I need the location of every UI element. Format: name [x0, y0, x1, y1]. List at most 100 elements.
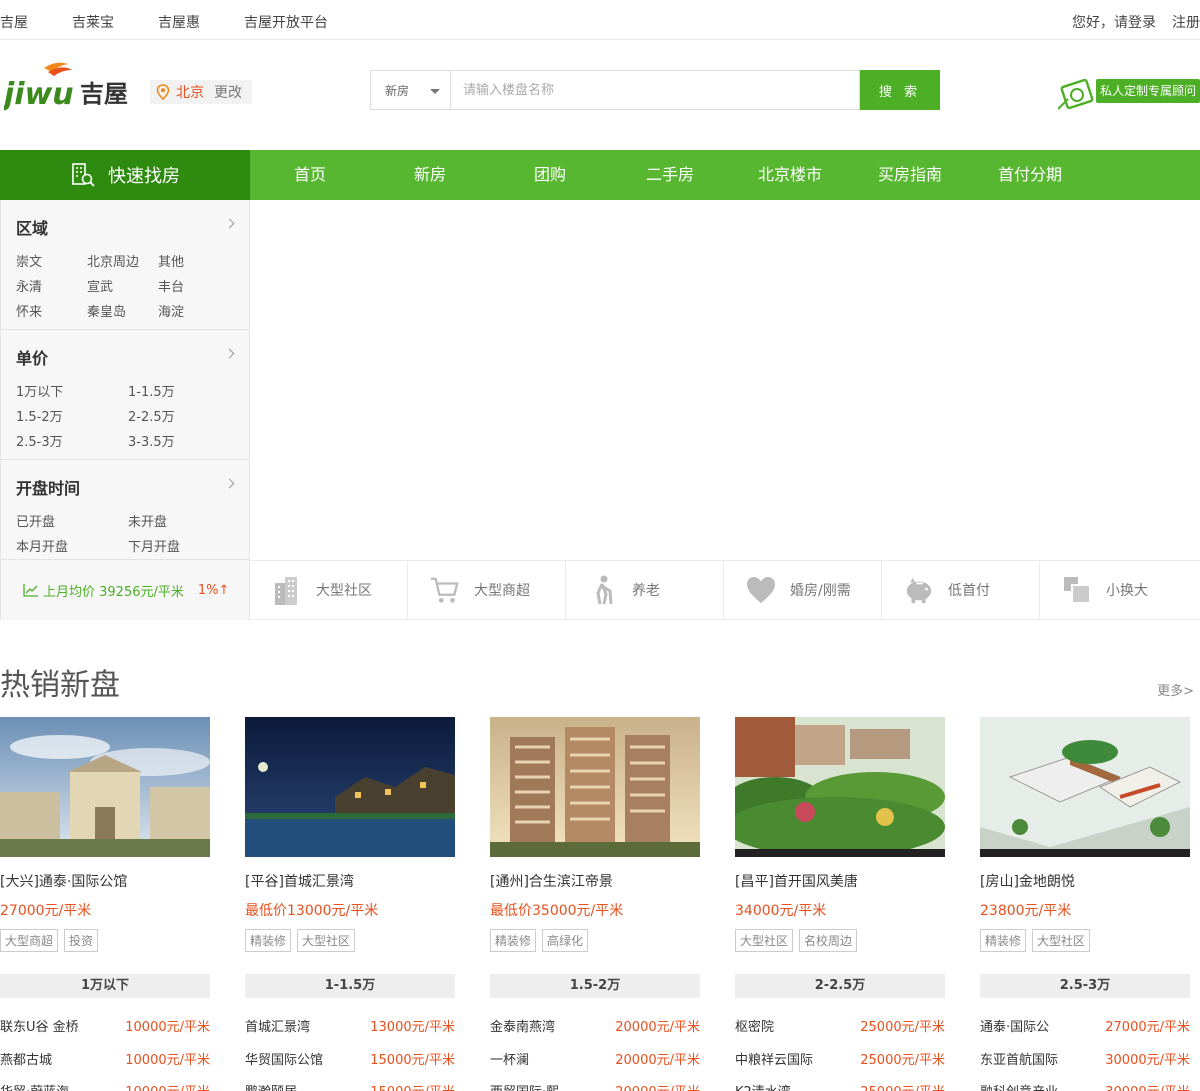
price-range-header[interactable]: 1.5-2万: [490, 974, 700, 998]
property-name[interactable]: [平谷]首城汇景湾: [245, 871, 354, 891]
price-range-header[interactable]: 2-2.5万: [735, 974, 945, 998]
listing-name[interactable]: 融科创意产业: [980, 1081, 1058, 1091]
nav-item-group-buy[interactable]: 团购: [490, 150, 610, 200]
price-list-row[interactable]: 通泰·国际公 27000元/平米: [980, 1016, 1190, 1036]
property-name[interactable]: [昌平]首开国风美唐: [735, 871, 858, 891]
private-consultant-banner[interactable]: 私人定制专属顾问: [1057, 77, 1200, 111]
filter-option[interactable]: 2.5-3万: [16, 431, 63, 450]
property-tags: 大型商超 投资: [0, 929, 104, 952]
filter-option[interactable]: 3-3.5万: [128, 431, 175, 450]
listing-name[interactable]: 一杯澜: [490, 1049, 529, 1068]
top-link-open-platform[interactable]: 吉屋开放平台: [244, 12, 328, 32]
listing-price: 13000元/平米: [370, 1020, 455, 1035]
listing-name[interactable]: 中粮祥云国际: [735, 1049, 813, 1068]
price-list-row[interactable]: 融科创意产业 30000元/平米: [980, 1081, 1190, 1091]
building-icon: [272, 575, 302, 605]
filter-option[interactable]: 秦皇岛: [87, 301, 126, 320]
filter-option[interactable]: 其他: [158, 251, 184, 270]
search-button[interactable]: 搜 索: [860, 70, 940, 110]
feature-wedding-home[interactable]: 婚房/刚需: [724, 561, 882, 619]
property-name[interactable]: [通州]合生滨江帝景: [490, 871, 613, 891]
filter-option[interactable]: 未开盘: [128, 511, 167, 530]
listing-name[interactable]: 东亚首航国际: [980, 1049, 1058, 1068]
filter-option[interactable]: 下月开盘: [128, 536, 180, 555]
price-list-row[interactable]: 西贸国际·熙 20000元/平米: [490, 1081, 700, 1091]
listing-name[interactable]: 华贸国际公馆: [245, 1049, 323, 1068]
filter-option[interactable]: 已开盘: [16, 511, 55, 530]
top-link-jiwu[interactable]: 吉屋: [0, 12, 28, 32]
login-link[interactable]: 您好，请登录: [1072, 12, 1156, 32]
price-range-header[interactable]: 1万以下: [0, 974, 210, 998]
filter-option[interactable]: 丰台: [158, 276, 184, 295]
site-logo[interactable]: jiwu 吉屋: [0, 60, 140, 112]
nav-item-down-payment[interactable]: 首付分期: [970, 150, 1090, 200]
filter-option[interactable]: 1-1.5万: [128, 381, 175, 400]
price-list-row[interactable]: 首城汇景湾 13000元/平米: [245, 1016, 455, 1036]
listing-name[interactable]: K2清水湾: [735, 1081, 791, 1091]
feature-low-down-payment[interactable]: 低首付: [882, 561, 1040, 619]
property-image[interactable]: [735, 717, 945, 857]
property-image[interactable]: [0, 717, 210, 857]
more-link[interactable]: 更多>: [1157, 680, 1194, 699]
search-input[interactable]: [450, 70, 860, 110]
filter-option[interactable]: 永清: [16, 276, 42, 295]
filter-option[interactable]: 宣武: [87, 276, 113, 295]
filter-title-area: 区域: [16, 219, 49, 238]
price-list-row[interactable]: 华贸·蔚蓝海 10000元/平米: [0, 1081, 210, 1091]
listing-name[interactable]: 枢密院: [735, 1016, 774, 1035]
feature-large-community[interactable]: 大型社区: [250, 561, 408, 619]
svg-text:吉屋: 吉屋: [80, 80, 128, 108]
property-name[interactable]: [大兴]通泰·国际公馆: [0, 871, 127, 891]
feature-upgrade-home[interactable]: 小换大: [1040, 561, 1198, 619]
top-link-jiwuhui[interactable]: 吉屋惠: [158, 12, 200, 32]
change-city-link[interactable]: 更改: [214, 82, 242, 102]
filter-option[interactable]: 海淀: [158, 301, 184, 320]
listing-name[interactable]: 西贸国际·熙: [490, 1081, 559, 1091]
price-list-row[interactable]: 金泰南燕湾 20000元/平米: [490, 1016, 700, 1036]
nav-item-new-homes[interactable]: 新房: [370, 150, 490, 200]
top-link-jilaibao[interactable]: 吉莱宝: [72, 12, 114, 32]
listing-name[interactable]: 鹏瀚颐居: [245, 1081, 297, 1091]
filter-option[interactable]: 本月开盘: [16, 536, 68, 555]
filter-option[interactable]: 北京周边: [87, 251, 139, 270]
nav-item-beijing-market[interactable]: 北京楼市: [730, 150, 850, 200]
nav-item-home[interactable]: 首页: [250, 150, 370, 200]
listing-name[interactable]: 燕都古城: [0, 1049, 52, 1068]
price-list-row[interactable]: 联东U谷 金桥 10000元/平米: [0, 1016, 210, 1036]
feature-elderly[interactable]: 养老: [566, 561, 724, 619]
price-list-row[interactable]: 鹏瀚颐居 15000元/平米: [245, 1081, 455, 1091]
listing-name[interactable]: 通泰·国际公: [980, 1016, 1049, 1035]
listing-name[interactable]: 金泰南燕湾: [490, 1016, 555, 1035]
price-list-row[interactable]: 燕都古城 10000元/平米: [0, 1049, 210, 1069]
listing-name[interactable]: 联东U谷 金桥: [0, 1016, 79, 1035]
nav-item-buying-guide[interactable]: 买房指南: [850, 150, 970, 200]
feature-large-mall[interactable]: 大型商超: [408, 561, 566, 619]
listing-name[interactable]: 华贸·蔚蓝海: [0, 1081, 69, 1091]
filter-option[interactable]: 2-2.5万: [128, 406, 175, 425]
price-list-row[interactable]: K2清水湾 25000元/平米: [735, 1081, 945, 1091]
nav-item-second-hand[interactable]: 二手房: [610, 150, 730, 200]
quick-find-button[interactable]: 快速找房: [0, 150, 250, 200]
price-list-row[interactable]: 一杯澜 20000元/平米: [490, 1049, 700, 1069]
register-link[interactable]: 注册: [1172, 12, 1200, 32]
quick-find-label: 快速找房: [108, 166, 180, 187]
search-type-select[interactable]: 新房: [370, 70, 450, 110]
property-image[interactable]: [245, 717, 455, 857]
filter-option[interactable]: 崇文: [16, 251, 42, 270]
filter-option[interactable]: 1万以下: [16, 381, 63, 400]
filter-option[interactable]: 怀来: [16, 301, 42, 320]
price-range-header[interactable]: 1-1.5万: [245, 974, 455, 998]
price-range-header[interactable]: 2.5-3万: [980, 974, 1190, 998]
price-list-row[interactable]: 枢密院 25000元/平米: [735, 1016, 945, 1036]
property-image[interactable]: [490, 717, 700, 857]
price-list-row[interactable]: 东亚首航国际 30000元/平米: [980, 1049, 1190, 1069]
price-list-row[interactable]: 华贸国际公馆 15000元/平米: [245, 1049, 455, 1069]
filter-option[interactable]: 1.5-2万: [16, 406, 63, 425]
price-list-row[interactable]: 中粮祥云国际 25000元/平米: [735, 1049, 945, 1069]
property-image[interactable]: [980, 717, 1190, 857]
chevron-right-icon[interactable]: [224, 478, 235, 489]
chevron-right-icon[interactable]: [224, 348, 235, 359]
listing-name[interactable]: 首城汇景湾: [245, 1016, 310, 1035]
chevron-right-icon[interactable]: [224, 218, 235, 229]
property-name[interactable]: [房山]金地朗悦: [980, 871, 1075, 891]
